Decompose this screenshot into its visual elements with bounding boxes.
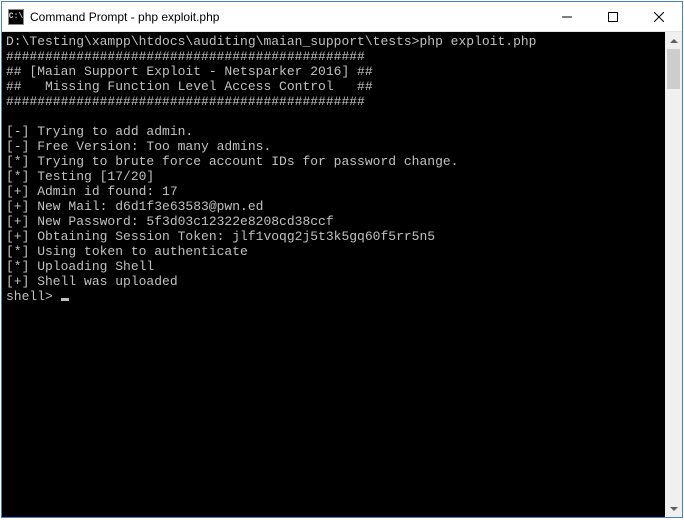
output-line: [+] Admin id found: 17 — [6, 184, 661, 199]
scroll-up-button[interactable] — [665, 32, 682, 49]
scroll-down-button[interactable] — [665, 500, 682, 517]
output-line: [*] Uploading Shell — [6, 259, 661, 274]
titlebar[interactable]: C:\ Command Prompt - php exploit.php — [2, 2, 682, 32]
scrollbar-track[interactable] — [665, 49, 682, 500]
cmd-icon: C:\ — [8, 9, 24, 25]
output-line: [-] Free Version: Too many admins. — [6, 139, 661, 154]
prompt-path: D:\Testing\xampp\htdocs\auditing\maian_s… — [6, 34, 419, 49]
command-text: php exploit.php — [419, 34, 536, 49]
output-line: ########################################… — [6, 49, 661, 64]
chevron-up-icon — [670, 39, 678, 43]
close-icon — [654, 12, 664, 22]
console-output[interactable]: D:\Testing\xampp\htdocs\auditing\maian_s… — [2, 32, 665, 517]
minimize-icon — [562, 12, 572, 22]
scrollbar-thumb[interactable] — [667, 49, 680, 89]
console-area[interactable]: D:\Testing\xampp\htdocs\auditing\maian_s… — [2, 32, 682, 517]
output-line: ## [Maian Support Exploit - Netsparker 2… — [6, 64, 661, 79]
chevron-down-icon — [670, 507, 678, 511]
output-line: ########################################… — [6, 94, 661, 109]
maximize-button[interactable] — [590, 2, 636, 31]
vertical-scrollbar[interactable] — [665, 32, 682, 517]
output-line: [*] Using token to authenticate — [6, 244, 661, 259]
maximize-icon — [608, 12, 618, 22]
cursor — [61, 298, 69, 301]
close-button[interactable] — [636, 2, 682, 31]
output-line: [-] Trying to add admin. — [6, 124, 661, 139]
shell-prompt: shell> — [6, 289, 61, 304]
output-line: [+] New Password: 5f3d03c12322e8208cd38c… — [6, 214, 661, 229]
command-prompt-window: C:\ Command Prompt - php exploit.php D:\… — [1, 1, 683, 518]
minimize-button[interactable] — [544, 2, 590, 31]
output-line: [+] New Mail: d6d1f3e63583@pwn.ed — [6, 199, 661, 214]
window-controls — [544, 2, 682, 31]
output-line: [+] Shell was uploaded — [6, 274, 661, 289]
output-line — [6, 109, 661, 124]
output-line: [+] Obtaining Session Token: jlf1voqg2j5… — [6, 229, 661, 244]
output-line: [*] Trying to brute force account IDs fo… — [6, 154, 661, 169]
output-line: ## Missing Function Level Access Control… — [6, 79, 661, 94]
window-title: Command Prompt - php exploit.php — [30, 10, 544, 24]
output-line: [*] Testing [17/20] — [6, 169, 661, 184]
